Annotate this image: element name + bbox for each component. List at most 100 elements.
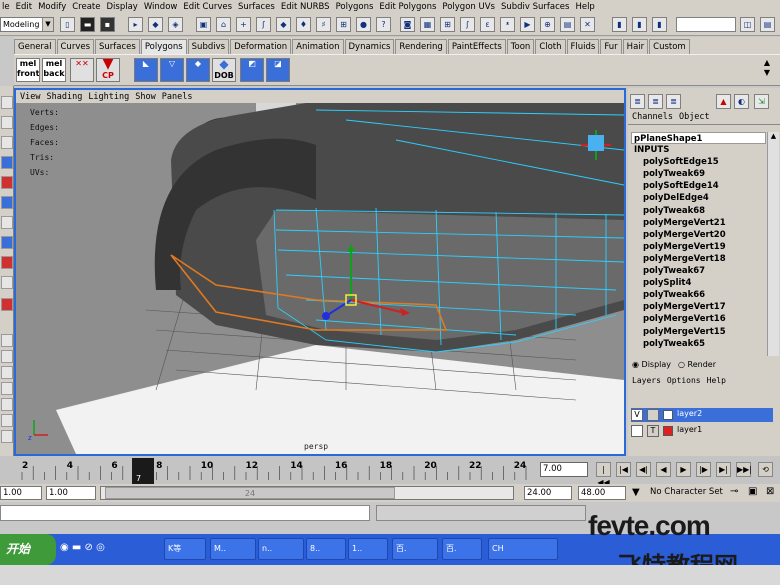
chevron-down-icon[interactable]: ▼ — [42, 18, 53, 31]
shelf-tab-3[interactable]: Polygons — [140, 39, 187, 54]
show-manip-icon[interactable] — [1, 276, 13, 289]
input-node-item[interactable]: polyMergeVert15 — [631, 326, 766, 338]
select-object-icon[interactable]: ◆ — [148, 17, 163, 32]
menu-item-7[interactable]: Surfaces — [238, 2, 275, 12]
taskbar-task[interactable]: CH — [488, 538, 558, 560]
shelf-tab-1[interactable]: Curves — [56, 39, 95, 54]
layer-color-swatch[interactable] — [663, 410, 673, 420]
menu-item-10[interactable]: Edit Polygons — [379, 2, 436, 12]
input-node-item[interactable]: polySoftEdge15 — [631, 156, 766, 168]
shelf-tab-0[interactable]: General — [14, 39, 56, 54]
loop-icon[interactable]: ⟲ — [758, 462, 773, 477]
select-tool-icon[interactable]: ✕ — [580, 17, 595, 32]
max-time-field[interactable]: 24.00 — [524, 486, 572, 500]
current-frame-field[interactable]: 7.00 — [540, 462, 588, 477]
layer-visibility-toggle[interactable]: V — [631, 409, 643, 421]
mel-input[interactable] — [0, 505, 370, 521]
cube-icon[interactable]: ◣ — [134, 58, 158, 82]
select-arrow-icon[interactable] — [1, 96, 13, 109]
lasso-icon[interactable] — [1, 116, 13, 129]
tweak-icon[interactable]: ▤ — [560, 17, 575, 32]
menu-item-5[interactable]: Window — [144, 2, 178, 12]
shelf-tab-10[interactable]: Toon — [506, 39, 535, 54]
toggle-layout-icon[interactable]: ▤ — [760, 17, 775, 32]
menu-item-9[interactable]: Polygons — [336, 2, 374, 12]
shelf-tab-7[interactable]: Dynamics — [344, 39, 395, 54]
shelf-tab-15[interactable]: Custom — [649, 39, 690, 54]
shapes-icon[interactable]: ▲ — [716, 94, 731, 109]
layer-color-swatch[interactable] — [663, 426, 673, 436]
snap-surface-icon[interactable]: ε — [480, 17, 495, 32]
merge-icon[interactable]: ◪ — [266, 58, 290, 82]
shelf-scroll-icon[interactable]: ▲ ▼ — [758, 58, 776, 82]
layer-menu-2[interactable]: Help — [707, 376, 726, 385]
play-forward-icon[interactable]: ▶ — [676, 462, 691, 477]
tool-settings-icon[interactable]: ▮ — [632, 17, 647, 32]
layer-name[interactable]: layer2 — [677, 409, 702, 418]
input-node-item[interactable]: polyTweak65 — [631, 338, 766, 350]
scroll-up-icon[interactable]: ▲ — [768, 132, 779, 142]
viewport-menu-2[interactable]: Lighting — [88, 92, 129, 102]
soft-mod-icon[interactable] — [1, 256, 13, 269]
step-forward-frame-icon[interactable]: |▶ — [696, 462, 711, 477]
menu-item-8[interactable]: Edit NURBS — [281, 2, 330, 12]
layout-single-icon[interactable] — [1, 334, 13, 347]
layer-editor-icon[interactable]: ≣ — [648, 94, 663, 109]
menu-item-3[interactable]: Create — [72, 2, 100, 12]
input-node-item[interactable]: polyDelEdge4 — [631, 192, 766, 204]
lock-icon[interactable]: ⌂ — [216, 17, 231, 32]
menu-item-2[interactable]: Modify — [38, 2, 66, 12]
menu-item-0[interactable]: le — [2, 2, 10, 12]
key-icon[interactable]: ⊸ — [730, 486, 738, 497]
curve-tool-icon[interactable]: ʃ — [460, 17, 475, 32]
input-node-item[interactable]: polyMergeVert20 — [631, 229, 766, 241]
mel-front-button[interactable]: mel front — [16, 58, 40, 82]
layer-name[interactable]: layer1 — [677, 425, 702, 434]
wire-icon[interactable]: ⊕ — [540, 17, 555, 32]
save-scene-icon[interactable]: ▪ — [100, 17, 115, 32]
selected-node[interactable]: pPlaneShape1 — [631, 132, 766, 145]
snap-view-icon[interactable]: ♦ — [296, 17, 311, 32]
input-node-item[interactable]: polySplit4 — [631, 277, 766, 289]
menu-item-6[interactable]: Edit Curves — [183, 2, 232, 12]
layout-four-icon[interactable] — [1, 350, 13, 363]
viewport-menu-0[interactable]: View — [20, 92, 40, 102]
input-node-item[interactable]: polyMergeVert21 — [631, 217, 766, 229]
shelf-tab-9[interactable]: PaintEffects — [447, 39, 506, 54]
layout-top-icon[interactable] — [1, 382, 13, 395]
menu-item-11[interactable]: Polygon UVs — [442, 2, 495, 12]
taskbar-task[interactable]: 百. — [392, 538, 438, 560]
snap-curve-icon[interactable]: ʃ — [256, 17, 271, 32]
channel-menu-0[interactable]: Channels — [632, 112, 673, 122]
channel-box-icon[interactable]: ▮ — [652, 17, 667, 32]
taskbar-task[interactable]: 8.. — [306, 538, 346, 560]
grid-icon[interactable]: ⊞ — [440, 17, 455, 32]
range-slider[interactable]: 24 — [100, 486, 514, 500]
play-backward-icon[interactable]: ◀ — [656, 462, 671, 477]
layout-outliner-icon[interactable] — [1, 398, 13, 411]
input-node-item[interactable]: polyMergeVert18 — [631, 253, 766, 265]
move-tool-icon[interactable] — [1, 156, 13, 169]
step-back-frame-icon[interactable]: ◀| — [636, 462, 651, 477]
menu-item-12[interactable]: Subdiv Surfaces — [501, 2, 569, 12]
select-filter-icon[interactable]: ▣ — [196, 17, 211, 32]
snap-point-icon[interactable]: ◆ — [276, 17, 291, 32]
shelf-tab-13[interactable]: Fur — [600, 39, 622, 54]
shelf-tab-11[interactable]: Cloth — [535, 39, 566, 54]
expand-icon[interactable]: ⇲ — [754, 94, 769, 109]
render-settings-icon[interactable]: ▦ — [420, 17, 435, 32]
snap-grid-icon[interactable]: + — [236, 17, 251, 32]
input-node-item[interactable]: polyTweak67 — [631, 265, 766, 277]
rotate-tool-icon[interactable] — [1, 176, 13, 189]
channel-menu-1[interactable]: Object — [679, 112, 710, 122]
dob-button[interactable]: ◆ DOB — [212, 58, 236, 82]
taskbar-task[interactable]: M.. — [210, 538, 256, 560]
cross-icon[interactable]: ✕✕ — [70, 58, 94, 82]
input-node-item[interactable]: polyTweak68 — [631, 205, 766, 217]
step-back-key-icon[interactable]: |◀ — [616, 462, 631, 477]
layer-template-toggle[interactable]: T — [647, 425, 659, 437]
help-icon[interactable]: ? — [376, 17, 391, 32]
perspective-viewport[interactable]: z View Shading Lighting Show Panels Verts: Ed… — [14, 88, 626, 456]
quicklaunch-icons[interactable]: ◉ ▬ ⊘ ◎ — [60, 542, 105, 553]
cp-button[interactable]: ▼ CP — [96, 58, 120, 82]
